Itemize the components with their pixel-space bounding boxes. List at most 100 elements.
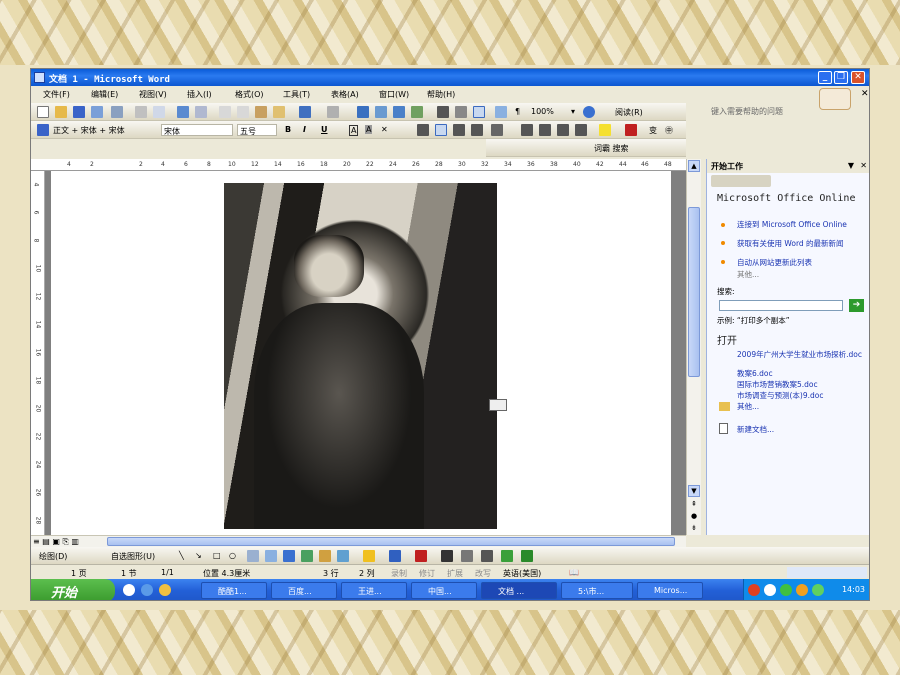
pane-nav-buttons[interactable] [711,175,771,187]
decrease-indent-icon[interactable] [557,124,569,136]
link-connect-online[interactable]: 连接到 Microsoft Office Online [737,220,865,229]
link-auto-update[interactable]: 自动从网站更新此列表 [737,258,865,267]
link-more[interactable]: 其他... [737,270,759,279]
taskbar-item[interactable]: 中国... [411,582,477,599]
document-page[interactable] [51,171,671,535]
scroll-down-icon[interactable]: ▼ [688,485,700,497]
diagram-icon[interactable] [301,550,313,562]
research-icon[interactable] [195,106,207,118]
tray-icon[interactable] [796,584,808,596]
drawing-icon[interactable] [455,106,467,118]
draw-font-color-icon[interactable] [415,550,427,562]
status-ext[interactable]: 扩展 [447,568,463,579]
print-icon[interactable] [135,106,147,118]
clipart-icon[interactable] [319,550,331,562]
tray-icon[interactable] [812,584,824,596]
menu-help[interactable]: 帮助(H) [427,89,455,100]
quicklaunch-icon[interactable] [159,584,171,596]
inserted-photo[interactable] [224,183,497,529]
tray-icon[interactable] [748,584,760,596]
font-color-icon[interactable] [625,124,637,136]
pane-menu-icon[interactable]: ▼ [848,161,854,170]
increase-indent-icon[interactable] [575,124,587,136]
pane-search-input[interactable] [719,300,843,311]
3d-icon[interactable] [521,550,533,562]
taskbar-item-active[interactable]: 文档 ... [481,582,557,599]
minimize-button[interactable]: _ [818,71,832,84]
char-scale-icon[interactable]: ✕ [381,125,388,134]
picture-toolbar-icon[interactable] [489,399,507,411]
dash-style-icon[interactable] [461,550,473,562]
go-arrow-icon[interactable]: ➔ [849,299,864,312]
picture-icon[interactable] [337,550,349,562]
bold-button[interactable]: B [285,125,291,134]
paste-icon[interactable] [255,106,267,118]
menu-insert[interactable]: 插入(I) [187,89,212,100]
next-page-icon[interactable]: ⇟ [688,523,700,535]
save-icon[interactable] [73,106,85,118]
autoshapes-button[interactable]: 自选图形(U) [111,551,155,562]
format-painter-icon[interactable] [273,106,285,118]
menu-window[interactable]: 窗口(W) [379,89,409,100]
menu-format[interactable]: 格式(O) [235,89,264,100]
menu-file[interactable]: 文件(F) [43,89,70,100]
draw-menu-button[interactable]: 绘图(D) [39,551,67,562]
email-icon[interactable] [111,106,123,118]
line-icon[interactable]: ╲ [179,551,184,560]
pilcrow-icon[interactable]: ¶ [515,107,520,116]
rectangle-icon[interactable]: □ [213,551,221,560]
insert-excel-icon[interactable] [411,106,423,118]
cut-icon[interactable] [219,106,231,118]
permission-icon[interactable] [91,106,103,118]
taskbar-item[interactable]: 5:\市... [561,582,633,599]
open-icon[interactable] [55,106,67,118]
menu-view[interactable]: 视图(V) [139,89,167,100]
tables-borders-icon[interactable] [375,106,387,118]
align-justify-icon[interactable] [417,124,429,136]
horizontal-scrollbar[interactable]: ≡ ▤ ▣ ⎘ ▥ [31,535,686,547]
menu-tools[interactable]: 工具(T) [283,89,310,100]
arrow-style-icon[interactable] [481,550,493,562]
taskbar-item[interactable]: 酷酷1... [201,582,267,599]
oval-icon[interactable]: ○ [229,551,236,560]
new-document-link[interactable]: 新建文档... [737,425,774,434]
status-ovr[interactable]: 改写 [475,568,491,579]
close-button[interactable]: ✕ [851,71,865,84]
quicklaunch-icon[interactable] [123,584,135,596]
ime-bar-icon[interactable] [787,567,867,578]
view-buttons-icon[interactable]: ≡ ▤ ▣ ⎘ ▥ [33,537,79,547]
undo-icon[interactable] [299,106,311,118]
office-assistant-icon[interactable] [819,88,851,110]
print-preview-icon[interactable] [153,106,165,118]
link-latest-news[interactable]: 获取有关使用 Word 的最新新闻 [737,239,867,248]
bullets-icon[interactable] [539,124,551,136]
char-shading-icon[interactable]: A [365,125,373,134]
horizontal-ruler[interactable]: 4 2 2 4 6 8 10 12 14 16 18 20 22 24 26 2… [31,159,686,171]
line-style-icon[interactable] [441,550,453,562]
wordart-icon[interactable] [283,550,295,562]
textbox-icon[interactable] [247,550,259,562]
arrow-icon[interactable]: ↘ [195,551,202,560]
zoom-box[interactable]: 100% [531,107,554,116]
start-button[interactable]: 开始 [31,579,115,600]
taskbar-item[interactable]: Micros... [637,582,703,599]
char-border-icon[interactable]: A [349,125,359,136]
prev-page-icon[interactable]: ⇞ [688,499,700,511]
spelling-status-icon[interactable]: 📖 [569,568,579,577]
zoom-dropdown-icon[interactable]: ▾ [571,107,575,116]
enclose-char-icon[interactable]: ㊥ [665,125,673,136]
font-dropdown[interactable]: 宋体 [161,124,233,136]
recent-file[interactable]: 2009年广州大学生就业市场探析.doc [737,350,867,359]
align-center-icon[interactable] [435,124,447,136]
vertical-scrollbar[interactable]: ▲ ▼ ⇞ ● ⇟ [686,159,701,535]
underline-button[interactable]: U [321,125,328,134]
read-mode-button[interactable]: 阅读(R) [615,107,643,118]
dictionary-search-button[interactable]: 词霸 搜索 [594,143,629,154]
recent-file[interactable]: 国际市场营销教案5.doc [737,380,818,389]
font-size-dropdown[interactable]: 五号 [237,124,277,136]
vertical-ruler[interactable]: 4 6 8 10 12 14 16 18 20 22 24 26 28 [31,171,45,535]
redo-icon[interactable] [327,106,339,118]
new-icon[interactable] [37,106,49,118]
scroll-thumb[interactable] [688,207,700,377]
hyperlink-icon[interactable] [357,106,369,118]
